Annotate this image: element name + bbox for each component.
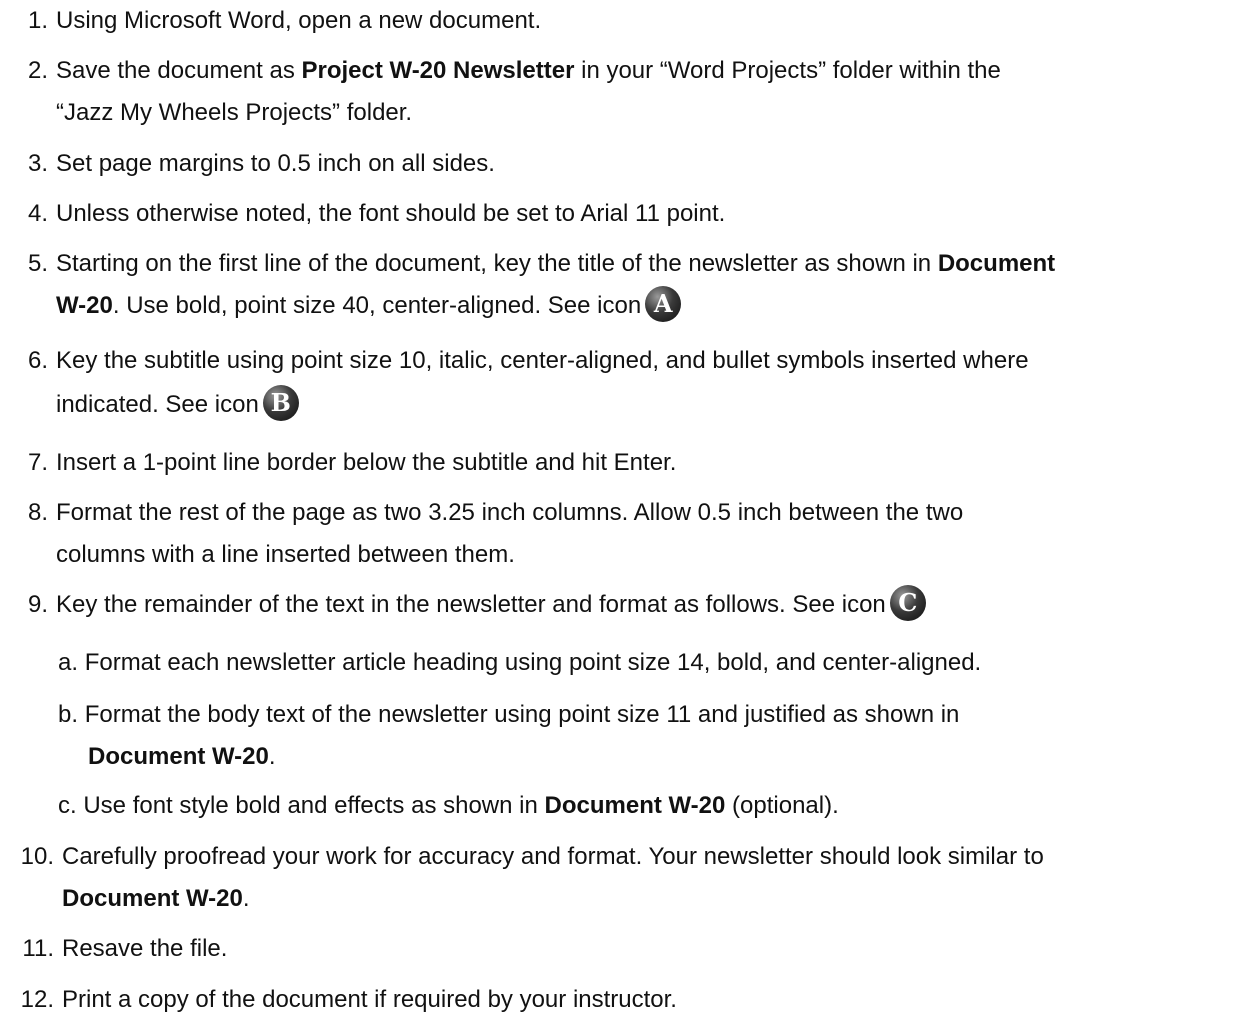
step-text: Carefully proofread your work for accura… (62, 843, 1044, 870)
icon-b-badge: B (262, 384, 299, 421)
document-reference: Document W-20 (88, 743, 269, 770)
step-text: Print a copy of the document if required… (62, 986, 677, 1013)
step-number: 6. (27, 347, 48, 374)
document-reference: Document W-20 (62, 885, 243, 912)
step-text: Save the document as Project W-20 Newsle… (56, 50, 1227, 92)
substep-text-part: . (268, 743, 276, 770)
step-number: 11. (22, 935, 54, 962)
step-number: 10. (20, 843, 54, 870)
substep-text-continued: Document W-20. (88, 736, 276, 778)
step-number: 3. (27, 150, 48, 177)
step-number: 9. (27, 591, 48, 618)
step-text: Key the subtitle using point size 10, it… (56, 347, 1029, 374)
step-text: Format the rest of the page as two 3.25 … (56, 499, 964, 526)
step-text: Using Microsoft Word, open a new documen… (56, 7, 542, 34)
substep-text: b. Format the body text of the newslette… (58, 694, 959, 736)
step-text-part: Save the document as (56, 57, 302, 84)
substep-text-part: (optional). (725, 792, 839, 819)
step-text-part: . Use bold, point size 40, center-aligne… (112, 292, 642, 319)
icon-a-badge: A (645, 285, 682, 322)
step-number: 4. (27, 200, 48, 227)
step-text-continued: Document W-20. (62, 878, 250, 920)
step-text: Starting on the first line of the docume… (56, 243, 1227, 285)
step-text-continued: columns with a line inserted between the… (56, 541, 515, 568)
step-number: 8. (27, 499, 48, 526)
step-text-part: Key the remainder of the text in the new… (56, 591, 886, 618)
step-text: Key the remainder of the text in the new… (56, 584, 1227, 626)
step-text: Insert a 1-point line border below the s… (56, 449, 677, 476)
document-reference: W-20 (56, 292, 113, 319)
document-reference: Document (937, 250, 1056, 277)
substep-text: a. Format each newsletter article headin… (58, 642, 981, 684)
step-number: 5. (27, 250, 48, 277)
step-text-part: indicated. See icon (56, 391, 259, 418)
substep-text-part: Format each newsletter article heading u… (84, 649, 982, 676)
step-text: Unless otherwise noted, the font should … (56, 200, 726, 227)
document-reference: Document W-20 (544, 792, 726, 819)
step-number: 2. (27, 57, 48, 84)
substep-text-part: Format the body text of the newsletter u… (84, 701, 960, 728)
step-text-part: in your “Word Projects” folder within th… (574, 57, 1001, 84)
step-number: 12. (20, 986, 54, 1013)
step-number: 7. (27, 449, 48, 476)
step-text-continued: “Jazz My Wheels Projects” folder. (56, 99, 413, 126)
step-text-continued: W-20. Use bold, point size 40, center-al… (56, 285, 682, 327)
step-number: 1. (27, 7, 48, 34)
substep-text-part: Use font style bold and effects as shown… (83, 792, 545, 819)
substep-label: a. (58, 649, 79, 676)
icon-c-badge: C (889, 584, 926, 621)
step-text: Resave the file. (62, 935, 228, 962)
step-text: Set page margins to 0.5 inch on all side… (56, 150, 495, 177)
step-text-part: . (242, 885, 250, 912)
substep-label: c. (58, 792, 77, 819)
step-text-part: Starting on the first line of the docume… (56, 250, 938, 277)
file-name: Project W-20 Newsletter (301, 57, 575, 84)
substep-label: b. (58, 701, 79, 728)
step-text-continued: indicated. See icon B (56, 384, 299, 426)
substep-text: c. Use font style bold and effects as sh… (58, 785, 839, 827)
